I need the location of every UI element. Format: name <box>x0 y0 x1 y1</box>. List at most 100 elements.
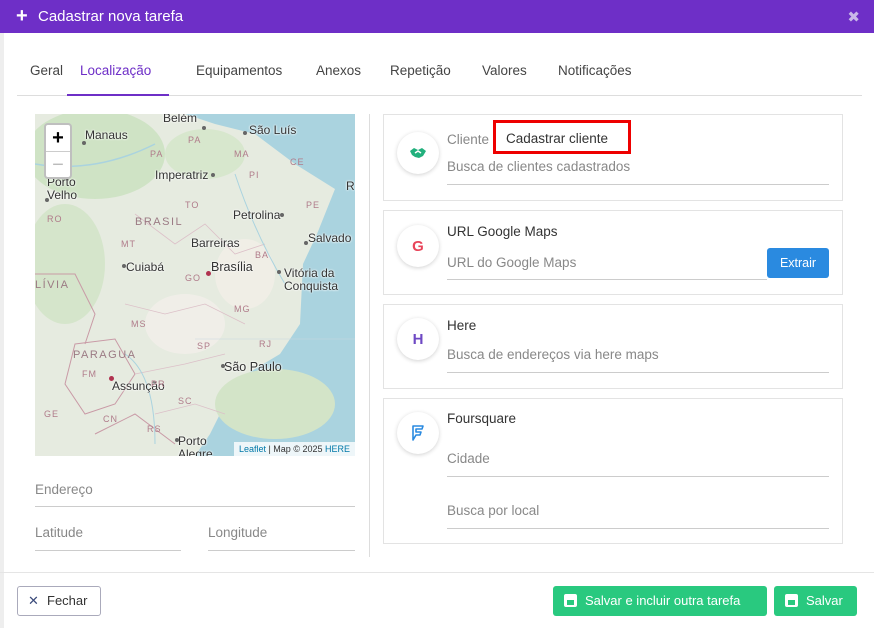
map-region-pr: PR <box>151 379 166 389</box>
map-zoom-control: + − <box>44 123 72 179</box>
foursquare-icon <box>397 412 439 454</box>
tab-localizacao[interactable]: Localização <box>67 63 169 96</box>
map-region-ms: MS <box>131 319 147 329</box>
tab-anexos[interactable]: Anexos <box>316 63 361 96</box>
map-region-mg: MG <box>234 304 251 314</box>
map-region-ge: GE <box>44 409 60 419</box>
map-marker-manaus <box>82 141 86 145</box>
map-city-vitoria-2: Conquista <box>284 279 339 293</box>
map-city-porto-alegre-2: Alegre <box>178 447 213 456</box>
here-label: Here <box>447 318 477 333</box>
map-marker-assuncao <box>109 376 114 381</box>
salvar-incluir-button[interactable]: Salvar e incluir outra tarefa <box>553 586 767 616</box>
zoom-out-button[interactable]: − <box>46 151 70 177</box>
foursquare-local-placeholder: Busca por local <box>447 503 540 518</box>
here-card: H Here Busca de endereços via here maps <box>383 304 843 389</box>
tab-bar: Geral Localização Equipamentos Anexos Re… <box>17 54 862 96</box>
map-attribution: Leaflet | Map © 2025 HERE <box>233 442 355 456</box>
modal-title: Cadastrar nova tarefa <box>38 8 184 25</box>
google-maps-label: URL Google Maps <box>447 224 558 239</box>
fechar-button[interactable]: ✕ Fechar <box>17 586 101 616</box>
map-region-bolivia: LÍVIA <box>35 279 70 291</box>
tab-geral[interactable]: Geral <box>30 63 63 96</box>
map-region-ba: BA <box>255 250 270 260</box>
cliente-search-placeholder: Busca de clientes cadastrados <box>447 159 631 174</box>
map-region-pa: PA <box>188 135 202 145</box>
fechar-label: Fechar <box>47 593 88 608</box>
map-marker-porto-velho <box>45 198 49 202</box>
foursquare-city-input[interactable]: Cidade <box>447 451 829 477</box>
cliente-label: Cliente <box>447 132 490 147</box>
map-marker-sao-paulo <box>221 364 225 368</box>
map-region-paraguai: PARAGUA <box>73 349 137 361</box>
map-city-petrolina: Petrolina <box>233 208 281 222</box>
google-icon: G <box>397 225 439 267</box>
map-city-brasilia: Brasília <box>211 260 253 274</box>
endereco-field[interactable]: Endereço <box>35 482 355 507</box>
map-region-ro: RO <box>47 214 63 224</box>
map-region-sp: SP <box>197 341 212 351</box>
map-city-porto-alegre-1: Porto <box>178 434 207 448</box>
google-maps-card: G URL Google Maps URL do Google Maps Ext… <box>383 210 843 295</box>
salvar-button[interactable]: Salvar <box>774 586 857 616</box>
cadastrar-cliente-label: Cadastrar cliente <box>506 131 609 146</box>
tab-equipamentos[interactable]: Equipamentos <box>196 63 282 96</box>
foursquare-city-placeholder: Cidade <box>447 451 490 466</box>
map-city-barreiras: Barreiras <box>191 236 240 250</box>
map-region-ma: MA <box>234 149 250 159</box>
here-search-placeholder: Busca de endereços via here maps <box>447 347 659 362</box>
map-region-ce: CE <box>290 157 305 167</box>
map-city-imperatriz: Imperatriz <box>155 168 209 182</box>
map-city-cuiaba: Cuiabá <box>126 260 165 274</box>
modal-left-edge <box>0 33 4 628</box>
modal-header: + Cadastrar nova tarefa ✖ <box>0 0 874 33</box>
close-icon[interactable]: ✖ <box>847 8 860 26</box>
map-marker-cuiaba <box>122 264 126 268</box>
save-icon <box>564 594 577 607</box>
handshake-icon <box>397 132 439 174</box>
map-region-pe: PE <box>306 200 321 210</box>
cliente-search-input[interactable]: Busca de clientes cadastrados <box>447 159 829 185</box>
salvar-label: Salvar <box>806 593 843 608</box>
tab-valores[interactable]: Valores <box>482 63 527 96</box>
map-region-rj: RJ <box>259 339 272 349</box>
tab-notificacoes[interactable]: Notificações <box>558 63 632 96</box>
tab-repeticao[interactable]: Repetição <box>390 63 451 96</box>
extrair-button[interactable]: Extrair <box>767 248 829 278</box>
here-icon: H <box>397 318 439 360</box>
attribution-text: | Map © 2025 <box>265 444 325 454</box>
google-maps-placeholder: URL do Google Maps <box>447 255 577 270</box>
column-divider <box>369 114 370 557</box>
map-view[interactable]: Manaus Belém São Luís Porto Velho Impera… <box>35 114 355 456</box>
here-link[interactable]: HERE <box>325 444 350 454</box>
map-city-sao-paulo: São Paulo <box>224 360 282 374</box>
map-city-manaus: Manaus <box>85 128 128 142</box>
foursquare-local-input[interactable]: Busca por local <box>447 503 829 529</box>
map-city-porto-velho-2: Velho <box>47 188 78 202</box>
longitude-field[interactable]: Longitude <box>208 525 355 551</box>
latitude-field[interactable]: Latitude <box>35 525 181 551</box>
cadastrar-cliente-button[interactable]: Cadastrar cliente <box>493 120 631 154</box>
map-city-salvador: Salvado <box>308 231 352 245</box>
foursquare-card: Foursquare Cidade Busca por local <box>383 398 843 544</box>
map-marker-porto-alegre <box>175 438 179 442</box>
here-search-input[interactable]: Busca de endereços via here maps <box>447 347 829 373</box>
map-region-rs: RS <box>147 424 162 434</box>
map-marker-imperatriz <box>211 173 215 177</box>
leaflet-link[interactable]: Leaflet <box>239 444 266 454</box>
map-marker-brasilia <box>206 271 211 276</box>
google-maps-url-input[interactable]: URL do Google Maps <box>447 251 767 280</box>
map-region-cn: CN <box>103 414 118 424</box>
plus-icon: + <box>16 5 28 27</box>
task-modal: + Cadastrar nova tarefa ✖ Geral Localiza… <box>0 0 874 628</box>
map-marker-petrolina <box>280 213 284 217</box>
map-marker-vitoria <box>277 270 281 274</box>
map-region-fm: FM <box>82 369 97 379</box>
map-region-pi: PI <box>249 170 260 180</box>
map-marker-sao-luis <box>243 131 247 135</box>
salvar-incluir-label: Salvar e incluir outra tarefa <box>585 593 741 608</box>
foursquare-label: Foursquare <box>447 411 517 426</box>
map-city-belem: Belém <box>163 114 198 125</box>
map-city-vitoria-1: Vitória da <box>284 266 335 280</box>
zoom-in-button[interactable]: + <box>46 125 70 151</box>
